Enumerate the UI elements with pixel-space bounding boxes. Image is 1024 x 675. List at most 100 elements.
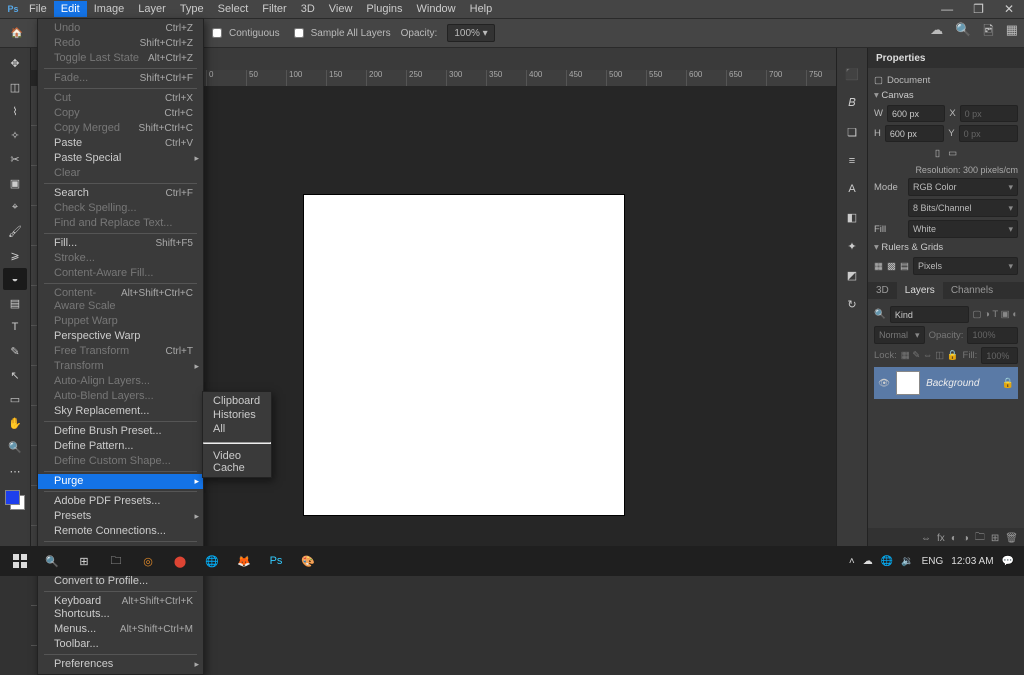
menu-item-define-brush-preset-[interactable]: Define Brush Preset...: [38, 424, 203, 439]
menu-item-paste[interactable]: PasteCtrl+V: [38, 136, 203, 151]
layer-row-background[interactable]: 👁 Background 🔒: [874, 367, 1018, 399]
x-field[interactable]: 0 px: [960, 105, 1018, 122]
firefox-icon[interactable]: 🦊: [228, 546, 260, 576]
language-indicator[interactable]: ENG: [922, 556, 944, 567]
eyedropper-tool[interactable]: ⌖: [3, 196, 27, 218]
menu-type[interactable]: Type: [173, 1, 211, 17]
notifications-icon[interactable]: 💬: [1002, 556, 1014, 567]
dock-icon[interactable]: ◧: [847, 211, 857, 224]
tray-chevron-icon[interactable]: ˄: [849, 556, 855, 567]
portrait-icon[interactable]: ▯: [935, 148, 940, 159]
fg-color[interactable]: [5, 490, 20, 505]
hand-tool[interactable]: ✋: [3, 412, 27, 434]
adjustment-icon[interactable]: ◑: [963, 533, 969, 544]
color-swatches[interactable]: [5, 490, 25, 510]
filter-icons[interactable]: ▢ ◑ T ▣ ◐: [973, 309, 1018, 320]
menu-item-toolbar-[interactable]: Toolbar...: [38, 637, 203, 652]
pen-tool[interactable]: ✎: [3, 340, 27, 362]
canvas[interactable]: [304, 195, 624, 515]
menu-item-define-pattern-[interactable]: Define Pattern...: [38, 439, 203, 454]
clock[interactable]: 12:03 AM: [951, 556, 993, 567]
menu-item-adobe-pdf-presets-[interactable]: Adobe PDF Presets...: [38, 494, 203, 509]
brush-tool[interactable]: 🖌: [3, 220, 27, 242]
stamp-tool[interactable]: ⩾: [3, 244, 27, 266]
menu-help[interactable]: Help: [463, 1, 500, 17]
app-icon-3[interactable]: 🎨: [292, 546, 324, 576]
link-layers-icon[interactable]: ⇔: [921, 533, 931, 544]
lock-icons[interactable]: ▦ ✎ ⇔ ◫ 🔒: [901, 350, 959, 361]
height-field[interactable]: 600 px: [885, 125, 944, 142]
zoom-tool[interactable]: 🔍: [3, 436, 27, 458]
y-field[interactable]: 0 px: [959, 125, 1018, 142]
minimize-button[interactable]: —: [931, 0, 963, 18]
menu-edit[interactable]: Edit: [54, 1, 87, 17]
grid-icon3[interactable]: ▤: [900, 261, 909, 272]
blend-mode[interactable]: Normal: [874, 326, 925, 344]
menu-item-remote-connections-[interactable]: Remote Connections...: [38, 524, 203, 539]
menu-plugins[interactable]: Plugins: [359, 1, 409, 17]
menu-item-sky-replacement-[interactable]: Sky Replacement...: [38, 404, 203, 419]
sample-all-layers-checkbox[interactable]: Sample All Layers: [290, 25, 391, 41]
dock-icon[interactable]: 𝐵: [848, 97, 855, 110]
width-field[interactable]: 600 px: [887, 105, 945, 122]
layer-thumbnail[interactable]: [896, 371, 920, 395]
menu-3d[interactable]: 3D: [294, 1, 322, 17]
menu-image[interactable]: Image: [87, 1, 132, 17]
opacity-field[interactable]: 100% ▾: [447, 24, 494, 42]
lock-icon[interactable]: 🔒: [1002, 378, 1014, 389]
menu-item-purge[interactable]: Purge: [38, 474, 203, 489]
gradient-tool[interactable]: ▤: [3, 292, 27, 314]
eraser-tool[interactable]: ◒: [3, 268, 27, 290]
dock-icon[interactable]: ✦: [847, 240, 856, 253]
grid-icon2[interactable]: ▩: [887, 261, 896, 272]
workspace-icon[interactable]: ▦: [1006, 22, 1018, 44]
search-icon[interactable]: 🔍: [955, 22, 971, 44]
volume-icon[interactable]: 🔉: [901, 556, 913, 567]
photoshop-task-icon[interactable]: Ps: [260, 546, 292, 576]
grid-icon1[interactable]: ▦: [874, 261, 883, 272]
purge-item-video-cache[interactable]: Video Cache: [203, 449, 271, 475]
menu-item-convert-to-profile-[interactable]: Convert to Profile...: [38, 574, 203, 589]
menu-filter[interactable]: Filter: [255, 1, 293, 17]
layer-kind[interactable]: Kind: [890, 306, 969, 323]
explorer-icon[interactable]: 🗀: [100, 546, 132, 576]
menu-item-paste-special[interactable]: Paste Special: [38, 151, 203, 166]
edit-toolbar[interactable]: ⋯: [3, 460, 27, 482]
new-layer-icon[interactable]: ⊞: [991, 533, 999, 544]
menu-view[interactable]: View: [322, 1, 360, 17]
rulers-section[interactable]: Rulers & Grids: [874, 242, 1018, 253]
path-tool[interactable]: ↖: [3, 364, 27, 386]
menu-layer[interactable]: Layer: [131, 1, 173, 17]
menu-file[interactable]: File: [22, 1, 54, 17]
bits-select[interactable]: 8 Bits/Channel: [908, 199, 1018, 217]
dock-icon[interactable]: ↻: [847, 298, 856, 311]
wand-tool[interactable]: ✧: [3, 124, 27, 146]
menu-item-preferences[interactable]: Preferences: [38, 657, 203, 672]
layer-opacity[interactable]: 100%: [967, 327, 1018, 344]
group-icon[interactable]: 🗀: [975, 530, 985, 547]
menu-item-perspective-warp[interactable]: Perspective Warp: [38, 329, 203, 344]
canvas-section[interactable]: Canvas: [874, 90, 1018, 101]
tab-3d[interactable]: 3D: [868, 282, 897, 299]
layer-fill[interactable]: 100%: [981, 347, 1018, 364]
crop-tool[interactable]: ✂: [3, 148, 27, 170]
menu-item-search[interactable]: SearchCtrl+F: [38, 186, 203, 201]
menu-item-menus-[interactable]: Menus...Alt+Shift+Ctrl+M: [38, 622, 203, 637]
purge-item-all[interactable]: All: [203, 422, 271, 436]
search-icon[interactable]: 🔍: [36, 546, 68, 576]
fx-icon[interactable]: fx: [937, 533, 945, 544]
cloud-docs-icon[interactable]: ☁: [930, 22, 943, 44]
tab-layers[interactable]: Layers: [897, 282, 943, 299]
app-icon-1[interactable]: ◎: [132, 546, 164, 576]
menu-select[interactable]: Select: [211, 1, 256, 17]
dock-icon[interactable]: ❏: [847, 126, 857, 139]
contiguous-checkbox[interactable]: Contiguous: [208, 25, 280, 41]
shape-tool[interactable]: ▭: [3, 388, 27, 410]
move-tool[interactable]: ✥: [3, 52, 27, 74]
home-icon[interactable]: 🏠: [6, 24, 28, 42]
properties-header[interactable]: Properties: [868, 48, 1024, 68]
restore-button[interactable]: ❐: [963, 0, 994, 18]
chrome-icon[interactable]: 🌐: [196, 546, 228, 576]
visibility-icon[interactable]: 👁: [878, 378, 890, 389]
layer-name[interactable]: Background: [926, 378, 979, 389]
